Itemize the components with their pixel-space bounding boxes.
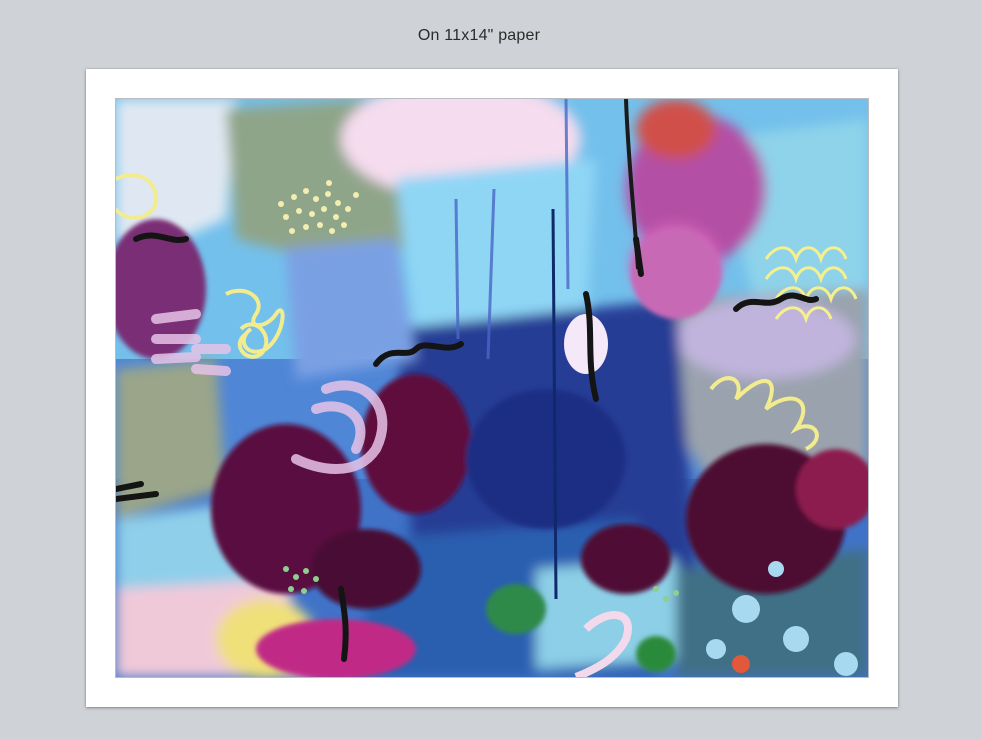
artwork-caption: On 11x14" paper	[417, 27, 541, 44]
paper-mat	[86, 69, 898, 707]
abstract-painting-image	[115, 98, 869, 678]
